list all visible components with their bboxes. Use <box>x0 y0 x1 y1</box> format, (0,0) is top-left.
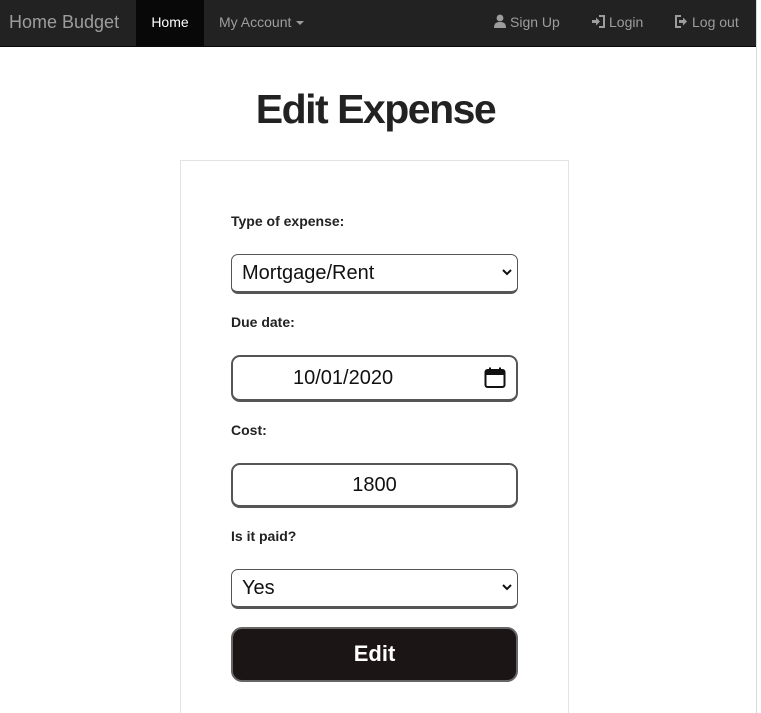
user-icon <box>494 14 506 28</box>
log-in-icon <box>592 15 605 28</box>
expense-type-select[interactable]: Mortgage/Rent <box>231 254 518 294</box>
page-title: Edit Expense <box>255 86 497 132</box>
calendar-icon[interactable] <box>484 367 506 389</box>
nav-login[interactable]: Login <box>591 0 643 47</box>
is-paid-value: Yes <box>242 577 275 599</box>
edit-button[interactable]: Edit <box>231 627 518 682</box>
expense-type-value: Mortgage/Rent <box>242 262 375 284</box>
nav-home[interactable]: Home <box>136 0 204 47</box>
caret-down-icon <box>296 21 305 26</box>
nav-my-account-label: My Account <box>219 14 292 30</box>
is-paid-label: Is it paid? <box>231 528 297 544</box>
nav-sign-up[interactable]: Sign Up <box>493 0 560 47</box>
due-date-value: 10/01/2020 <box>293 367 394 389</box>
is-paid-select[interactable]: Yes <box>231 569 518 609</box>
cost-value: 1800 <box>352 474 397 496</box>
expense-type-label: Type of expense: <box>231 213 345 229</box>
nav-log-out-label: Log out <box>692 14 739 30</box>
cost-label: Cost: <box>231 422 267 438</box>
nav-login-label: Login <box>609 14 644 30</box>
navbar: Home Budget Home My Account Sign Up Logi… <box>0 0 756 47</box>
chevron-down-icon <box>502 269 512 276</box>
brand-link[interactable]: Home Budget <box>9 0 119 47</box>
due-date-input[interactable]: 10/01/2020 <box>231 355 518 402</box>
nav-log-out[interactable]: Log out <box>674 0 739 47</box>
nav-sign-up-label: Sign Up <box>510 14 560 30</box>
due-date-label: Due date: <box>231 314 295 330</box>
log-out-icon <box>675 15 687 28</box>
cost-input[interactable]: 1800 <box>231 463 518 508</box>
page-edge-divider <box>756 0 757 713</box>
nav-my-account[interactable]: My Account <box>219 0 305 47</box>
chevron-down-icon <box>502 584 512 591</box>
